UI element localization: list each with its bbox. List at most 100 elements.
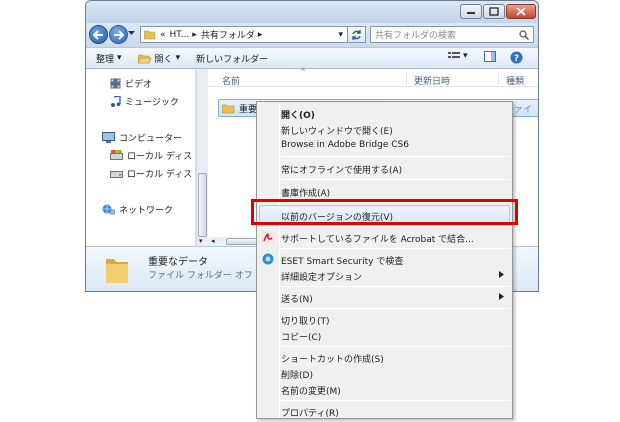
address-segment-1[interactable]: HT...: [170, 30, 190, 40]
menu-separator: [281, 308, 510, 309]
menu-item-label: Browse in Adobe Bridge CS6: [281, 140, 409, 150]
menu-item-open-new-window[interactable]: 新しいウィンドウで開く(E): [259, 121, 510, 137]
new-folder-button[interactable]: 新しいフォルダー: [196, 52, 268, 65]
menu-separator: [281, 248, 510, 249]
open-folder-icon: [137, 54, 151, 63]
nav-item-computer[interactable]: コンピューター: [102, 131, 182, 144]
nav-item-network[interactable]: ネットワーク: [102, 203, 173, 216]
sort-ascending-icon: ^: [300, 68, 306, 76]
folder-icon: [222, 104, 235, 113]
highlight-annotation-box: [251, 199, 518, 225]
menu-separator: [281, 346, 510, 347]
preview-pane-icon: [484, 51, 496, 62]
arrow-right-icon: [114, 29, 124, 40]
menu-item-label: 切り取り(T): [281, 317, 330, 327]
close-icon: [516, 7, 526, 16]
video-icon: [110, 78, 121, 89]
refresh-button[interactable]: [348, 26, 366, 43]
menu-item-label: 開く(O): [281, 111, 315, 121]
maximize-button[interactable]: [483, 4, 505, 19]
menu-item-advanced-options[interactable]: 詳細設定オプション: [259, 267, 510, 283]
search-input[interactable]: 共有フォルダの検索: [370, 26, 534, 43]
scroll-left-icon[interactable]: ◂: [211, 237, 215, 245]
nav-item-label: ネットワーク: [119, 206, 174, 216]
menu-item-delete[interactable]: 削除(D): [259, 365, 510, 381]
back-button[interactable]: [89, 25, 108, 44]
menu-item-label: 送る(N): [281, 295, 313, 305]
view-list-icon: [448, 52, 460, 58]
menu-item-copy[interactable]: コピー(C): [259, 327, 510, 343]
nav-item-local-disk-1[interactable]: ローカル ディス: [110, 149, 192, 162]
navigation-pane: ビデオ ミュージック コンピューター ローカル ディス ローカル ディス ネット…: [86, 69, 196, 246]
column-header-type[interactable]: 種類: [506, 74, 524, 87]
open-label: 開く: [154, 54, 173, 65]
view-options-button[interactable]: ▾: [448, 51, 468, 61]
chevron-down-icon: ▾: [117, 53, 122, 63]
menu-item-label: プロパティ(R): [281, 409, 339, 419]
nav-item-local-disk-2[interactable]: ローカル ディス: [110, 167, 192, 180]
menu-item-cut[interactable]: 切り取り(T): [259, 311, 510, 327]
menu-item-label: 削除(D): [281, 371, 313, 381]
menu-item-eset-scan[interactable]: ESET Smart Security で検査: [259, 251, 510, 267]
chevron-right-icon[interactable]: ▸: [192, 30, 197, 40]
menu-item-label: 書庫作成(A): [281, 189, 331, 199]
refresh-icon: [352, 29, 361, 40]
chevron-down-icon[interactable]: ▾: [338, 30, 343, 40]
menu-item-acrobat-combine[interactable]: サポートしているファイルを Acrobat で結合...: [259, 229, 510, 245]
acrobat-icon: [262, 231, 274, 243]
menu-item-rename[interactable]: 名前の変更(M): [259, 381, 510, 397]
new-folder-label: 新しいフォルダー: [196, 54, 269, 65]
address-row: « HT... ▸ 共有フォルダ ▸ ▾ 共有フォルダの検索: [86, 23, 538, 47]
address-overflow[interactable]: «: [160, 30, 166, 40]
nav-item-videos[interactable]: ビデオ: [110, 77, 152, 90]
menu-item-create-shortcut[interactable]: ショートカットの作成(S): [259, 349, 510, 365]
organize-button[interactable]: 整理 ▾: [96, 52, 122, 65]
menu-item-send-to[interactable]: 送る(N): [259, 289, 510, 305]
menu-item-label: ショートカットの作成(S): [281, 355, 384, 365]
open-button[interactable]: 開く ▾: [137, 52, 180, 65]
folder-large-icon: [106, 259, 128, 283]
menu-item-open[interactable]: 開く(O): [259, 105, 510, 121]
minimize-icon: [467, 11, 475, 14]
drive-icon: [110, 171, 123, 178]
arrow-left-icon: [93, 29, 103, 40]
forward-button[interactable]: [109, 25, 128, 44]
details-name: 重要なデータ: [148, 257, 208, 268]
menu-separator: [281, 226, 510, 227]
menu-item-label: サポートしているファイルを Acrobat で結合...: [281, 235, 474, 245]
minimize-button[interactable]: [460, 4, 482, 19]
nav-item-label: ローカル ディス: [127, 152, 193, 162]
preview-pane-button[interactable]: [484, 51, 496, 62]
nav-item-label: ローカル ディス: [127, 170, 193, 180]
address-bar[interactable]: « HT... ▸ 共有フォルダ ▸ ▾: [140, 26, 348, 43]
address-segment-2[interactable]: 共有フォルダ: [201, 28, 255, 41]
scroll-down-icon[interactable]: ▾: [199, 237, 203, 245]
column-header-name[interactable]: 名前: [222, 74, 240, 87]
history-dropdown-icon[interactable]: [128, 31, 135, 36]
help-button[interactable]: ?: [510, 51, 523, 64]
column-header-modified[interactable]: 更新日時: [414, 74, 450, 87]
search-icon: [519, 29, 529, 40]
scrollbar-thumb[interactable]: [198, 173, 207, 237]
svg-text:?: ?: [514, 54, 519, 64]
menu-item-label: 名前の変更(M): [281, 387, 341, 397]
close-button[interactable]: [506, 4, 536, 19]
menu-separator: [281, 179, 510, 180]
drive-icon: [110, 150, 123, 160]
title-bar: [86, 1, 538, 23]
context-menu: 開く(O) 新しいウィンドウで開く(E) Browse in Adobe Bri…: [256, 101, 513, 419]
search-placeholder: 共有フォルダの検索: [375, 31, 457, 41]
menu-item-offline[interactable]: 常にオフラインで使用する(A): [259, 160, 510, 176]
menu-item-archive[interactable]: 書庫作成(A): [259, 183, 510, 199]
menu-item-adobe-bridge[interactable]: Browse in Adobe Bridge CS6: [259, 137, 510, 153]
navigation-scrollbar[interactable]: ▾: [196, 69, 208, 246]
command-bar: 整理 ▾ 開く ▾ 新しいフォルダー ▾ ?: [86, 47, 538, 69]
menu-item-label: コピー(C): [281, 333, 322, 343]
chevron-right-icon[interactable]: ▸: [258, 30, 263, 40]
details-type: ファイル フォルダー オフ: [148, 271, 253, 281]
menu-item-properties[interactable]: プロパティ(R): [259, 403, 510, 419]
nav-item-label: ビデオ: [125, 80, 153, 90]
nav-item-music[interactable]: ミュージック: [110, 95, 179, 108]
chevron-down-icon: ▾: [463, 51, 468, 61]
menu-separator: [281, 286, 510, 287]
